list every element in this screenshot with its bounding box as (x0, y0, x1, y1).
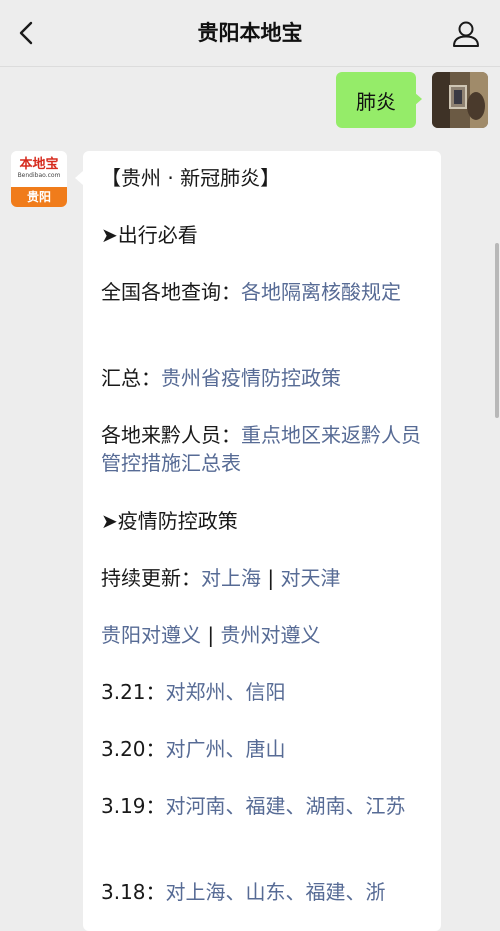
link-shanghai[interactable]: 对上海 (201, 566, 261, 590)
link-guiyang-zunyi[interactable]: 贵阳对遵义 (101, 623, 201, 647)
row-date: 3.20： (101, 737, 166, 761)
section-title-travel: ➤出行必看 (101, 223, 198, 247)
profile-icon[interactable] (450, 18, 482, 50)
row-date: 3.21： (101, 680, 166, 704)
link-quarantine-rules[interactable]: 各地隔离核酸规定 (241, 280, 401, 304)
row-date: 3.19： (101, 794, 166, 818)
link-henan-fujian-hunan-jiangsu[interactable]: 对河南、福建、湖南、江苏 (166, 794, 406, 818)
section-title-policy: ➤疫情防控政策 (101, 509, 238, 533)
message-row: 3.18：对上海、山东、福建、浙 (101, 878, 433, 906)
link-guizhou-zunyi[interactable]: 贵州对遵义 (220, 623, 320, 647)
separator: | (201, 623, 221, 647)
logo-subtext: Bendibao.com (17, 172, 61, 179)
message-row: 全国各地查询：各地隔离核酸规定 (101, 278, 433, 306)
message-row: 3.21：对郑州、信阳 (101, 678, 433, 706)
link-shanghai-shandong-fujian-zhejiang[interactable]: 对上海、山东、福建、浙 (166, 880, 386, 904)
outgoing-message-text: 肺炎 (356, 89, 396, 114)
outgoing-message-bubble[interactable]: 肺炎 (336, 72, 416, 128)
my-avatar-image (432, 72, 488, 128)
message-heading: 【贵州 · 新冠肺炎】 (101, 166, 281, 190)
official-account-avatar[interactable]: 本地宝 Bendibao.com 贵阳 (11, 151, 67, 207)
message-row: 贵阳对遵义 | 贵州对遵义 (101, 621, 433, 649)
row-label: 汇总： (101, 366, 161, 390)
outgoing-bubble-tail (414, 92, 422, 106)
link-guangzhou-tangshan[interactable]: 对广州、唐山 (166, 737, 286, 761)
message-row: 汇总：贵州省疫情防控政策 (101, 364, 433, 392)
row-label: 全国各地查询： (101, 280, 241, 304)
row-date: 3.18： (101, 880, 166, 904)
row-label: 各地来黔人员： (101, 423, 241, 447)
logo-text: 本地宝 (19, 157, 59, 172)
row-label: 持续更新： (101, 566, 201, 590)
chat-title: 贵阳本地宝 (197, 21, 303, 45)
chat-header: 贵阳本地宝 (0, 0, 500, 67)
message-row: 持续更新：对上海 | 对天津 (101, 564, 433, 592)
message-row: 各地来黔人员：重点地区来返黔人员管控措施汇总表 (101, 421, 433, 477)
link-zhengzhou-xinyang[interactable]: 对郑州、信阳 (166, 680, 286, 704)
logo-city-label: 贵阳 (11, 187, 67, 207)
link-tianjin[interactable]: 对天津 (280, 566, 340, 590)
my-avatar[interactable] (432, 72, 488, 128)
message-row: 3.19：对河南、福建、湖南、江苏 (101, 792, 433, 820)
message-row: 3.20：对广州、唐山 (101, 735, 433, 763)
link-guizhou-policy[interactable]: 贵州省疫情防控政策 (161, 366, 341, 390)
scrollbar[interactable] (495, 243, 499, 418)
incoming-bubble-tail (75, 171, 83, 185)
separator: | (261, 566, 281, 590)
